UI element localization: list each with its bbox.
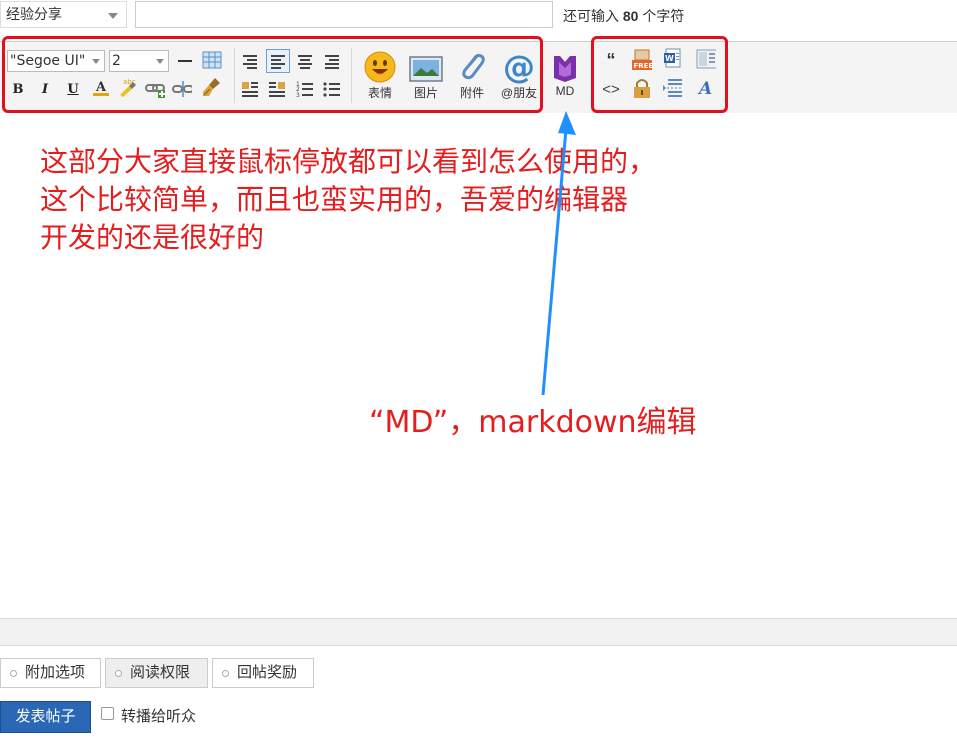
annotation-box-right (591, 36, 728, 113)
radio-dot-icon (10, 670, 17, 677)
char-count-number: 80 (622, 8, 639, 24)
markdown-annotation: “MD”，markdown编辑 (369, 405, 697, 440)
tab-label: 回帖奖励 (237, 664, 298, 681)
submit-post-button[interactable]: 发表帖子 (0, 701, 91, 733)
annotation-text: 这部分大家直接鼠标停放都可以看到怎么使用的， 这个比较简单，而且也蛮实用的，吾爱… (40, 143, 800, 257)
markdown-button[interactable]: MD (545, 48, 585, 98)
char-count-prefix: 还可输入 (563, 8, 619, 24)
arrow-icon (541, 111, 576, 396)
tab-label: 附加选项 (25, 664, 86, 681)
tab-read-permission[interactable]: 阅读权限 (105, 658, 208, 688)
radio-dot-icon (222, 670, 229, 677)
title-input[interactable] (135, 1, 553, 28)
forward-checkbox[interactable] (101, 707, 114, 720)
markdown-label: MD (555, 84, 575, 98)
char-count: 还可输入 80 个字符 (563, 6, 684, 26)
editor-status-bar (0, 618, 957, 646)
forward-label: 转播给听众 (121, 708, 197, 725)
annotation-line: 这部分大家直接鼠标停放都可以看到怎么使用的， (40, 145, 657, 178)
category-select[interactable]: 经验分享 (0, 1, 127, 28)
radio-dot-icon (115, 670, 122, 677)
annotation-line: 这个比较简单，而且也蛮实用的，吾爱的编辑器 (40, 183, 629, 216)
markdown-icon (554, 56, 576, 82)
category-select-value: 经验分享 (6, 6, 62, 22)
annotation-box-left (2, 36, 543, 113)
annotation-line: 开发的还是很好的 (40, 221, 265, 254)
chevron-down-icon (108, 13, 118, 19)
char-count-suffix: 个字符 (642, 8, 685, 24)
tab-reply-reward[interactable]: 回帖奖励 (212, 658, 314, 688)
tab-label: 阅读权限 (130, 664, 191, 681)
tab-extra-options[interactable]: 附加选项 (0, 658, 101, 688)
